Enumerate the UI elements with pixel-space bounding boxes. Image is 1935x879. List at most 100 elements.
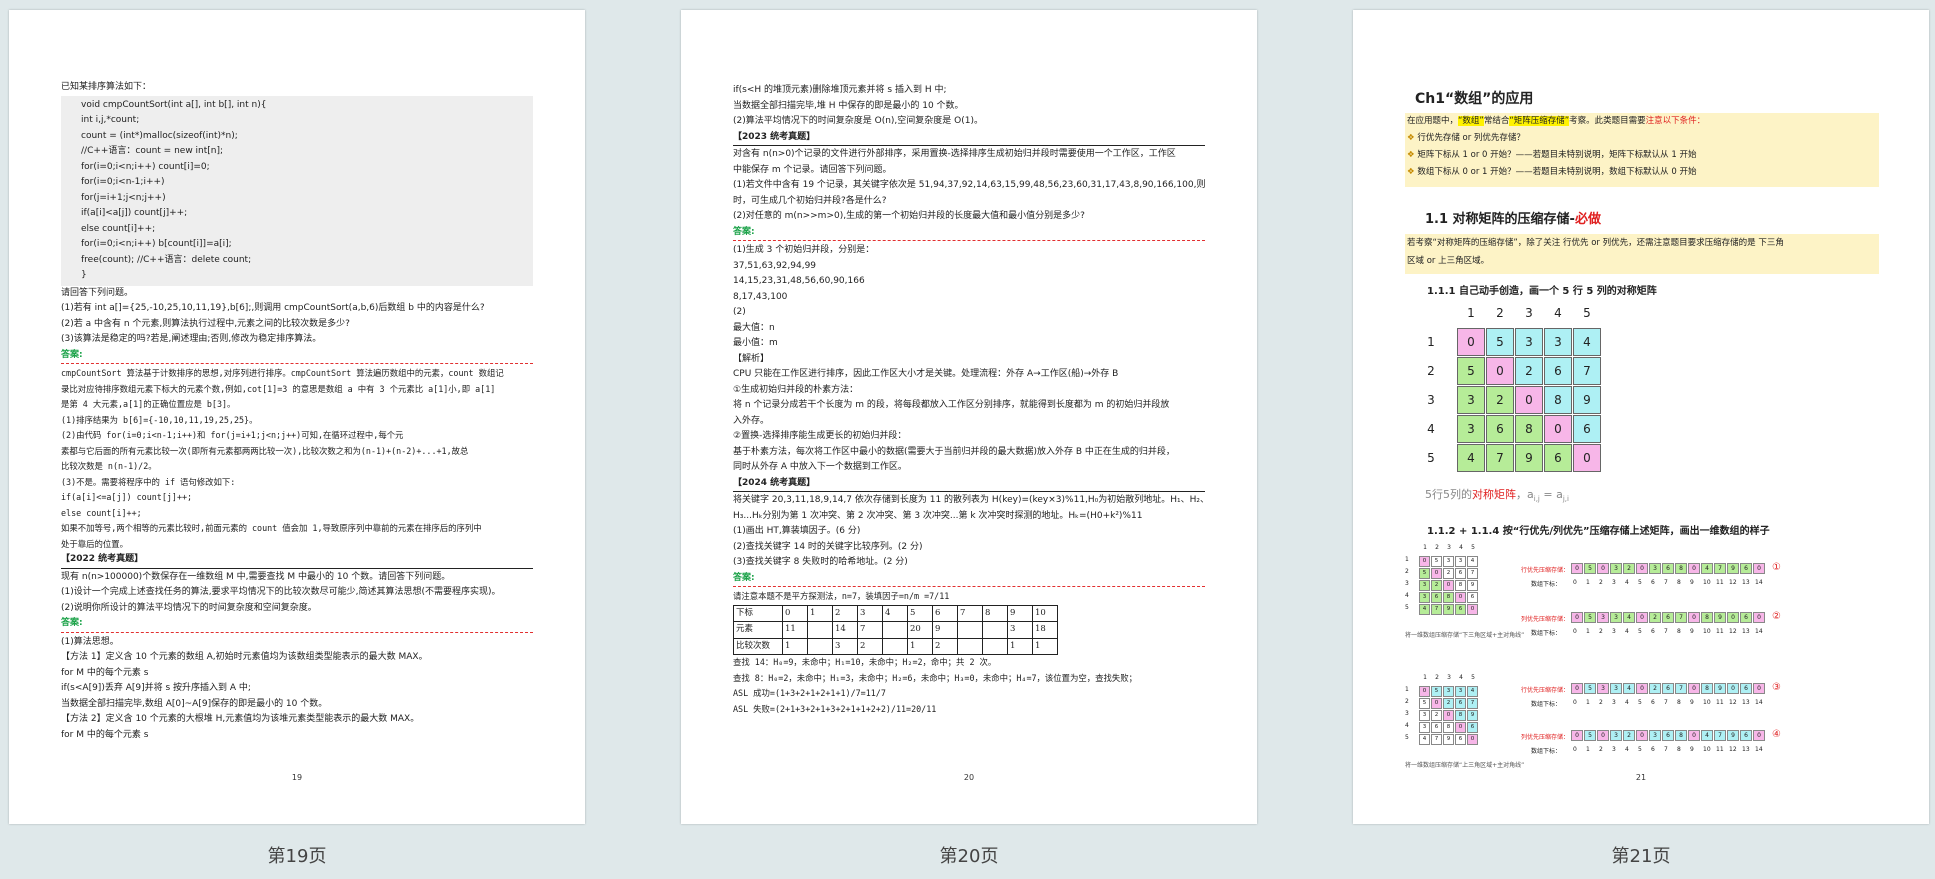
mini-matrix-cell: 6 [1467,722,1478,733]
matrix-col-header: 1 [1467,306,1475,320]
answer-divider [733,240,1205,241]
matrix-cell: 4 [1457,444,1485,472]
page-19-content: 已知某排序算法如下： void cmpCountSort(int a[], in… [61,80,533,743]
question-line: 中能保存 m 个记录。请回答下列问题。 [733,164,892,175]
array-cell: 7 [1714,730,1726,741]
answer-line: 查找 8：H₀=2，未命中；H₁=3，未命中；H₂=6，未命中；H₃=0，未命中… [733,672,1138,683]
mini-matrix-cell: 6 [1467,592,1478,603]
array-cell: 0 [1636,730,1648,741]
code-line: count = (int*)malloc(sizeof(int)*n); [81,130,238,141]
table-cell: 9 [1007,604,1033,622]
question-line: (1)若有 int a[]={25,-10,25,10,11,19},b[6];… [61,303,485,313]
array-index: 3 [1612,746,1616,753]
table-cell: 18 [1032,621,1058,639]
mini-col-header: 1 [1423,674,1427,681]
array-index: 14 [1755,628,1763,635]
array-index: 8 [1677,628,1681,635]
mini-col-header: 1 [1423,544,1427,551]
matrix-cell: 3 [1515,328,1543,356]
array-cell: 0 [1753,730,1765,741]
answer-line: 同时从外存 A 中放入下一个数据到工作区。 [733,462,907,472]
mini-matrix-cell: 0 [1431,568,1442,579]
table-cell: 比较次数 [733,637,783,655]
answer-line: (1)算法思想。 [61,636,119,647]
table-cell [982,621,1008,639]
caption-page-19: 第19页 [267,846,327,867]
array-cell: 0 [1636,683,1648,694]
mini-matrix-cell: 5 [1431,686,1442,697]
question-line: (2)若 a 中含有 n 个元素,则算法执行过程中,元素之间的比较次数是多少? [61,318,350,329]
array-index: 8 [1677,746,1681,753]
question-line: (1)画出 HT,算装填因子。(6 分) [733,526,861,536]
question-line: (2)说明你所设计的算法平均情况下的时间复杂度和空间复杂度。 [61,602,317,613]
code-line: for(i=0;i<n;i++) b[count[i]]=a[i]; [81,239,232,249]
mini-matrix-cell: 2 [1443,568,1454,579]
table-cell: 1 [782,637,808,655]
mini-matrix-cell: 0 [1467,734,1478,745]
table-cell: 20 [907,621,933,639]
array-cell: 7 [1675,612,1687,623]
notice-highlight: “数组” [1458,116,1484,126]
answer-line: cmpCountSort 算法基于计数排序的思想,对序列进行排序。cmpCoun… [61,368,504,378]
table-row: 比较次数 1 3 2 1 2 1 1 [733,637,1058,655]
mini-matrix-cell: 0 [1443,580,1454,591]
question-line: 请回答下列问题。 [61,287,134,298]
array-index: 11 [1716,579,1724,586]
matrix-row-header: 3 [1427,393,1435,407]
question-line: 对含有 n(n>0)个记录的文件进行外部排序，采用置换-选择排序生成初始归并段时… [733,149,1176,159]
array-cell: 0 [1597,563,1609,574]
notice-item: ❖ 矩阵下标从 1 or 0 开始？——若题目未特别说明，矩阵下标默认从 1 开… [1407,150,1697,160]
table-cell [957,621,983,639]
answer-line: if(s<H 的堆顶元素)删除堆顶元素并将 s 插入到 H 中; [733,85,947,95]
array-cell: 6 [1662,563,1674,574]
section-divider [733,145,1205,146]
table-cell: 下标 [733,604,783,622]
array-index: 7 [1664,579,1668,586]
array-index: 12 [1729,579,1737,586]
matrix-cell: 3 [1457,415,1485,443]
mini-matrix-cell: 0 [1455,592,1466,603]
mini-col-header: 2 [1435,674,1439,681]
array-label: 列优先压缩存储： [1521,616,1570,623]
code-line: for(j=i+1;j<n;j++) [81,192,166,203]
table-cell: 8 [982,604,1008,622]
notice-text: 在应用题中， [1407,116,1459,126]
array-index: 9 [1690,699,1694,706]
matrix-row-header: 5 [1427,451,1435,465]
code-line: for(i=0;i<n-1;i++) [81,177,165,187]
mini-matrix-cell: 7 [1431,604,1442,615]
mini-row-header: 5 [1405,734,1409,741]
matrix-row-header: 4 [1427,422,1435,436]
matrix-cell: 5 [1486,328,1514,356]
array-index: 14 [1755,579,1763,586]
array-cell: 8 [1701,683,1713,694]
array-index: 1 [1586,579,1590,586]
matrix-col-header: 5 [1583,306,1591,320]
array-cell: 0 [1571,563,1583,574]
compressed-arrays: 1 1 2 2 3 3 4 4 5 5 0 5 3 3 4 5 0 2 6 7 3 2 0 8 9 3 6 8 0 6 4 7 9 6 0 将一维数组… [1353,540,1929,780]
question-line: (2)对任意的 m(n>>m>0),生成的第一个初始归并段的长度最大值和最小值分… [733,211,1085,221]
mini-matrix-cell: 0 [1419,686,1430,697]
array-cell: 0 [1753,563,1765,574]
answer-line: if(s<A[9])丢弃 A[9]并将 s 按升序插入到 A 中; [61,683,251,693]
answer-line: else count[i]++; [61,507,142,518]
array-cell: 0 [1688,563,1700,574]
answer-2024-tail: 查找 14：H₀=9，未命中；H₁=10，未命中；H₂=2，命中；共 2 次。查… [733,655,1205,717]
notice-items: ❖ 行优先存储 or 列优先存储？ ❖ 矩阵下标从 1 or 0 开始？——若题目… [1407,130,1879,181]
array-index: 5 [1638,746,1642,753]
mini-matrix-cell: 0 [1455,722,1466,733]
mini-matrix-cell: 3 [1419,722,1430,733]
answer-line: (2)由代码 for(i=0;i<n-1;i++)和 for(j=i+1;j<n… [61,430,404,440]
table-cell: 4 [882,604,908,622]
section-divider [61,567,533,569]
table-cell: 7 [857,621,883,639]
continued-answer: if(s<H 的堆顶元素)删除堆顶元素并将 s 插入到 H 中; 当数据全部扫描完… [733,83,1205,130]
matrix-cell: 6 [1544,444,1572,472]
array-index: 10 [1703,579,1711,586]
mini-row-header: 4 [1405,592,1409,599]
notice-box-2: 若考察“对称矩阵的压缩存储”，除了关注 行优先 or 列优先，还需注意题目要求压… [1405,234,1879,274]
question-line: (3)查找关键字 8 失败时的哈希地址。(2 分) [733,557,908,567]
matrix-row-header: 1 [1427,335,1435,349]
array-index: 0 [1573,699,1577,706]
array-index: 5 [1638,699,1642,706]
